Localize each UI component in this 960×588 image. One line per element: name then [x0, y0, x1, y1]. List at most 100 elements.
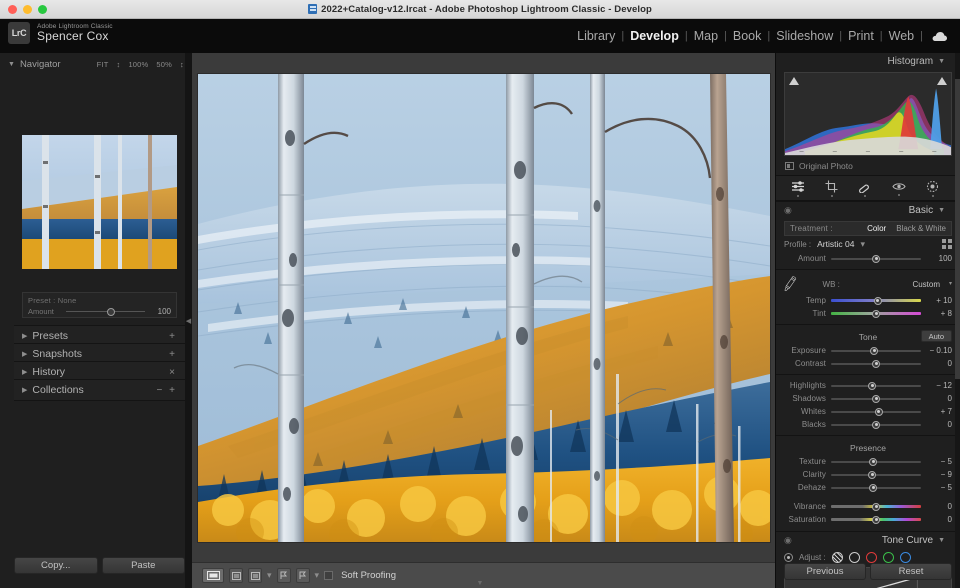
blue-channel-icon[interactable]: [899, 552, 911, 563]
slider-knob[interactable]: [868, 470, 877, 479]
navigator-preview[interactable]: [22, 135, 177, 269]
white-balance-eyedropper-icon[interactable]: 🖍: [781, 275, 800, 294]
white-balance-row[interactable]: 🖍 WB : Custom: [776, 274, 960, 294]
highlights-slider[interactable]: [831, 381, 921, 390]
navigator-zoom-100[interactable]: 100%: [128, 60, 148, 69]
identity-plate[interactable]: LrC Adobe Lightroom Classic Spencer Cox: [8, 22, 113, 44]
scrollbar-thumb[interactable]: [955, 79, 960, 379]
loupe-view[interactable]: [192, 53, 775, 562]
slider-knob[interactable]: [872, 502, 880, 511]
green-channel-icon[interactable]: [882, 552, 894, 563]
slider-knob[interactable]: [872, 420, 880, 429]
shadows-slider[interactable]: [831, 394, 921, 403]
texture-slider[interactable]: [831, 457, 921, 466]
contrast-slider-row[interactable]: Contrast 0: [776, 357, 960, 370]
slider-knob[interactable]: [872, 309, 880, 318]
saturation-slider-row[interactable]: Saturation 0: [776, 513, 960, 526]
exposure-slider-row[interactable]: Exposure − 0.10: [776, 344, 960, 357]
shadow-clipping-icon[interactable]: [789, 77, 799, 85]
loupe-view-icon[interactable]: [202, 568, 224, 583]
clarity-slider[interactable]: [831, 470, 921, 479]
cloud-sync-icon[interactable]: [931, 31, 948, 42]
disclosure-triangle-icon[interactable]: ▶: [22, 386, 27, 394]
profile-row[interactable]: Profile : Artistic 04 ▾: [776, 236, 960, 252]
dehaze-slider-row[interactable]: Dehaze − 5: [776, 481, 960, 494]
right-panel-scrollbar[interactable]: [955, 53, 960, 588]
navigator-zoom-fit[interactable]: FIT: [97, 60, 109, 69]
add-preset-button[interactable]: +: [169, 331, 177, 342]
previous-button[interactable]: Previous: [784, 563, 866, 580]
tint-slider-row[interactable]: Tint + 8: [776, 307, 960, 320]
red-eye-icon[interactable]: [892, 181, 906, 196]
navigator-zoom-menu-icon[interactable]: ↕: [180, 60, 184, 69]
slider-knob[interactable]: [873, 296, 882, 305]
profile-dropdown-icon[interactable]: ▾: [860, 239, 865, 250]
module-print[interactable]: Print: [842, 29, 880, 43]
slider-knob[interactable]: [870, 346, 879, 355]
slider-knob[interactable]: [872, 359, 880, 368]
saturation-slider[interactable]: [831, 515, 921, 524]
filmstrip-collapse-arrow[interactable]: ▼: [477, 580, 484, 587]
flag-reject-icon[interactable]: [295, 568, 310, 583]
highlight-clipping-icon[interactable]: [937, 77, 947, 85]
panel-visibility-eye-icon[interactable]: ◉: [784, 205, 792, 216]
blacks-slider-row[interactable]: Blacks 0: [776, 418, 960, 431]
module-slideshow[interactable]: Slideshow: [770, 29, 839, 43]
disclosure-triangle-icon[interactable]: ▼: [938, 207, 945, 214]
sidebar-item-collections[interactable]: ▶ Collections − +: [14, 379, 185, 401]
slider-knob[interactable]: [107, 307, 116, 316]
clarity-slider-row[interactable]: Clarity − 9: [776, 468, 960, 481]
histogram[interactable]: _ _ _ _ _: [784, 72, 952, 156]
paste-button[interactable]: Paste: [101, 557, 185, 574]
before-after-left-icon[interactable]: [229, 568, 243, 583]
disclosure-triangle-icon[interactable]: ▼: [8, 61, 15, 68]
slider-knob[interactable]: [868, 381, 877, 390]
texture-slider-row[interactable]: Texture − 5: [776, 455, 960, 468]
blacks-slider[interactable]: [831, 420, 921, 429]
disclosure-triangle-icon[interactable]: ▼: [938, 537, 945, 544]
left-panel-collapse-arrow[interactable]: ◀: [185, 53, 192, 588]
collections-controls[interactable]: − +: [157, 385, 177, 396]
before-after-right-icon[interactable]: [248, 568, 262, 583]
white-balance-value[interactable]: Custom: [912, 280, 952, 289]
copy-button[interactable]: Copy...: [14, 557, 98, 574]
disclosure-triangle-icon[interactable]: ▼: [938, 58, 945, 65]
masking-icon[interactable]: [926, 180, 939, 197]
tone-curve-panel-header[interactable]: ◉ Tone Curve ▼: [776, 531, 960, 548]
targeted-adjustment-icon[interactable]: [784, 553, 793, 562]
original-photo-checkbox[interactable]: [785, 162, 794, 170]
parametric-curve-icon[interactable]: [831, 552, 843, 563]
whites-slider-row[interactable]: Whites + 7: [776, 405, 960, 418]
temp-slider-row[interactable]: Temp + 10: [776, 294, 960, 307]
toolbar-dropdown-icon[interactable]: ▾: [267, 570, 272, 581]
slider-knob[interactable]: [869, 457, 878, 466]
disclosure-triangle-icon[interactable]: ▶: [22, 350, 27, 358]
preset-row[interactable]: Preset : None: [28, 296, 171, 305]
slider-knob[interactable]: [872, 515, 880, 524]
soft-proofing-checkbox[interactable]: [324, 571, 334, 580]
vibrance-slider[interactable]: [831, 502, 921, 511]
temp-slider[interactable]: [831, 296, 921, 305]
red-channel-icon[interactable]: [865, 552, 877, 563]
preset-amount-slider[interactable]: [66, 307, 145, 316]
healing-brush-icon[interactable]: [858, 180, 872, 197]
tint-slider[interactable]: [831, 309, 921, 318]
crop-overlay-icon[interactable]: [825, 180, 838, 197]
treatment-row[interactable]: Treatment : Color Black & White: [784, 221, 952, 236]
slider-knob[interactable]: [872, 254, 880, 263]
whites-slider[interactable]: [831, 407, 921, 416]
develop-photo[interactable]: [197, 73, 770, 542]
profile-amount-slider[interactable]: [831, 254, 921, 263]
clear-history-button[interactable]: ×: [169, 367, 177, 378]
auto-tone-button[interactable]: Auto: [920, 330, 952, 342]
slider-knob[interactable]: [872, 394, 880, 403]
treatment-option-color[interactable]: Color: [867, 224, 886, 233]
preset-amount-row[interactable]: Amount 100: [28, 307, 171, 316]
profile-value[interactable]: Artistic 04: [817, 239, 854, 249]
edit-sliders-icon[interactable]: [791, 180, 805, 197]
module-map[interactable]: Map: [688, 29, 724, 43]
navigator-zoom-50[interactable]: 50%: [156, 60, 172, 69]
disclosure-triangle-icon[interactable]: ▶: [22, 368, 27, 376]
navigator-zoom-stepper-icon[interactable]: ↕: [116, 60, 120, 69]
shadows-slider-row[interactable]: Shadows 0: [776, 392, 960, 405]
